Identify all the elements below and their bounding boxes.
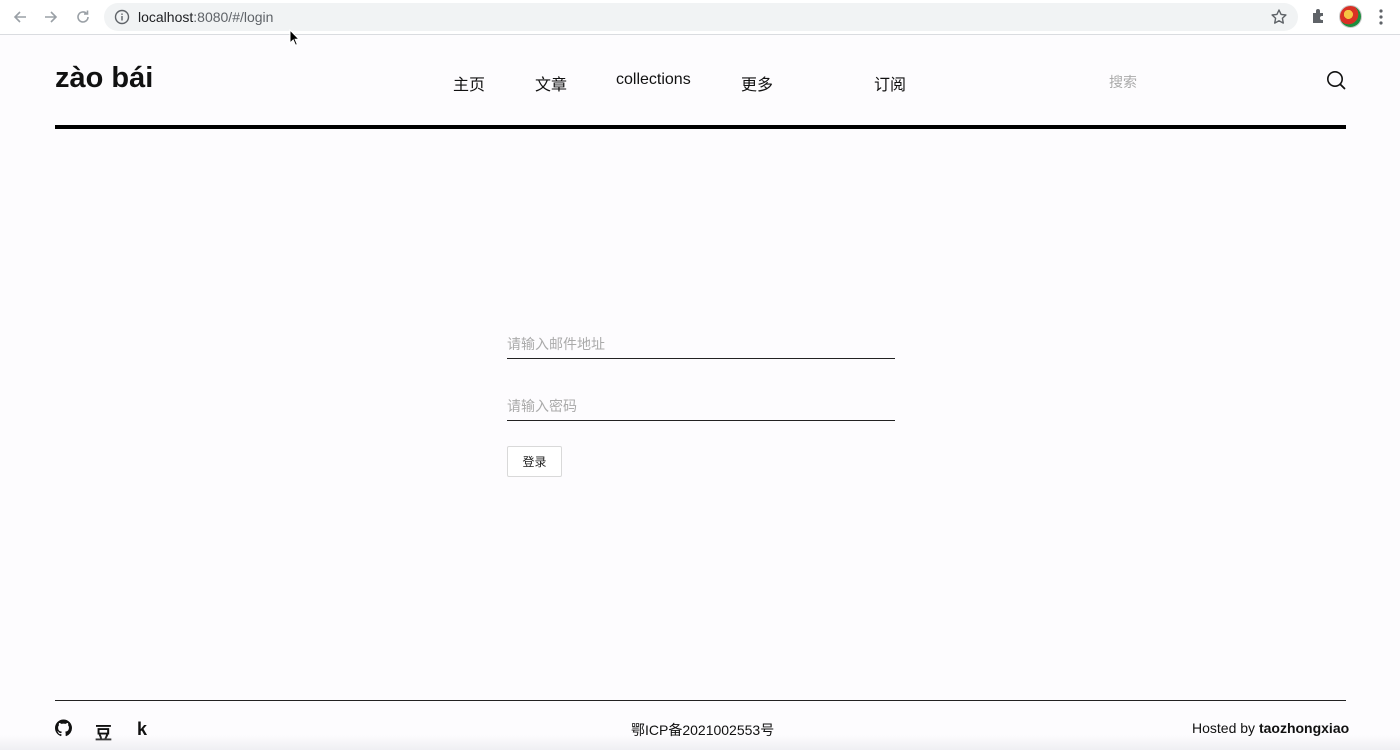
menu-dots-icon[interactable] [1377, 8, 1385, 26]
bookmark-star-icon[interactable] [1270, 8, 1288, 26]
url-text: localhost:8080/#/login [138, 9, 274, 25]
login-button[interactable]: 登录 [507, 446, 562, 477]
search-icon[interactable] [1326, 70, 1346, 90]
nav-articles[interactable]: 文章 [535, 71, 567, 95]
hosted-by: Hosted by taozhongxiao [1192, 720, 1350, 736]
forward-icon[interactable] [40, 6, 62, 28]
reload-icon[interactable] [72, 6, 94, 28]
site-logo[interactable]: zào bái [55, 62, 153, 95]
nav-more[interactable]: 更多 [741, 71, 773, 95]
address-bar[interactable]: localhost:8080/#/login [104, 3, 1298, 31]
bottom-fade [0, 735, 1400, 750]
nav-collections[interactable]: collections [616, 71, 691, 89]
search-input[interactable]: 搜索 [1109, 72, 1137, 92]
extensions-puzzle-icon[interactable] [1310, 7, 1328, 25]
header-divider [55, 125, 1346, 129]
hosted-by-name[interactable]: taozhongxiao [1259, 720, 1349, 736]
mouse-cursor-icon [289, 29, 301, 46]
nav-home[interactable]: 主页 [453, 71, 485, 95]
password-field[interactable] [507, 391, 895, 421]
info-icon[interactable] [114, 9, 130, 25]
footer-divider [55, 700, 1346, 701]
back-icon[interactable] [9, 6, 31, 28]
nav-subscribe[interactable]: 订阅 [874, 71, 906, 95]
profile-avatar[interactable] [1339, 5, 1362, 28]
browser-toolbar: localhost:8080/#/login [0, 0, 1400, 35]
email-field[interactable] [507, 329, 895, 359]
